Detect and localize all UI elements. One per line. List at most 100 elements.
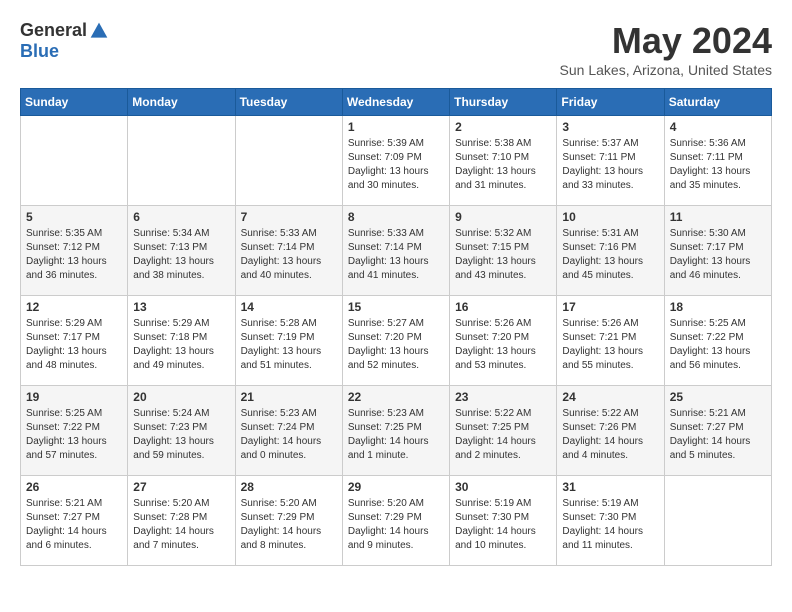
day-info: Sunrise: 5:20 AM Sunset: 7:29 PM Dayligh… [241,497,337,553]
day-number: 14 [241,300,337,314]
day-cell: 10 Sunrise: 5:31 AM Sunset: 7:16 PM Dayli… [557,206,664,296]
day-info: Sunrise: 5:23 AM Sunset: 7:24 PM Dayligh… [241,407,337,463]
day-number: 3 [562,120,658,134]
day-cell: 16 Sunrise: 5:26 AM Sunset: 7:20 PM Dayli… [450,296,557,386]
day-cell: 26Sunrise: 5:21 AM Sunset: 7:27 PM Dayli… [21,476,128,566]
logo-general: General [20,20,87,41]
day-number: 19 [26,390,122,404]
weekday-header-thursday: Thursday [450,89,557,116]
day-number: 7 [241,210,337,224]
day-info: Sunrise: 5:31 AM Sunset: 7:16 PM Dayligh… [562,227,658,283]
day-cell: 31 Sunrise: 5:19 AM Sunset: 7:30 PM Dayli… [557,476,664,566]
day-number: 4 [670,120,766,134]
day-info: Sunrise: 5:25 AM Sunset: 7:22 PM Dayligh… [670,317,766,373]
day-cell [664,476,771,566]
weekday-header-row: SundayMondayTuesdayWednesdayThursdayFrid… [21,89,772,116]
day-number: 11 [670,210,766,224]
day-info: Sunrise: 5:25 AM Sunset: 7:22 PM Dayligh… [26,407,122,463]
day-info: Sunrise: 5:37 AM Sunset: 7:11 PM Dayligh… [562,137,658,193]
week-row-3: 12 Sunrise: 5:29 AM Sunset: 7:17 PM Dayli… [21,296,772,386]
day-number: 10 [562,210,658,224]
day-cell: 25 Sunrise: 5:21 AM Sunset: 7:27 PM Dayli… [664,386,771,476]
day-info: Sunrise: 5:21 AM Sunset: 7:27 PM Dayligh… [670,407,766,463]
day-number: 5 [26,210,122,224]
day-cell: 7 Sunrise: 5:33 AM Sunset: 7:14 PM Daylig… [235,206,342,296]
day-number: 15 [348,300,444,314]
day-cell: 11 Sunrise: 5:30 AM Sunset: 7:17 PM Dayli… [664,206,771,296]
day-cell: 1 Sunrise: 5:39 AM Sunset: 7:09 PM Daylig… [342,116,449,206]
calendar: SundayMondayTuesdayWednesdayThursdayFrid… [20,88,772,566]
day-number: 29 [348,480,444,494]
day-info: Sunrise: 5:28 AM Sunset: 7:19 PM Dayligh… [241,317,337,373]
day-cell [21,116,128,206]
day-info: Sunrise: 5:30 AM Sunset: 7:17 PM Dayligh… [670,227,766,283]
day-cell: 2 Sunrise: 5:38 AM Sunset: 7:10 PM Daylig… [450,116,557,206]
day-info: Sunrise: 5:35 AM Sunset: 7:12 PM Dayligh… [26,227,122,283]
day-number: 23 [455,390,551,404]
day-info: Sunrise: 5:39 AM Sunset: 7:09 PM Dayligh… [348,137,444,193]
weekday-header-sunday: Sunday [21,89,128,116]
weekday-header-wednesday: Wednesday [342,89,449,116]
day-cell: 30 Sunrise: 5:19 AM Sunset: 7:30 PM Dayli… [450,476,557,566]
day-number: 20 [133,390,229,404]
day-info: Sunrise: 5:32 AM Sunset: 7:15 PM Dayligh… [455,227,551,283]
day-cell: 8 Sunrise: 5:33 AM Sunset: 7:14 PM Daylig… [342,206,449,296]
day-number: 18 [670,300,766,314]
day-cell: 5 Sunrise: 5:35 AM Sunset: 7:12 PM Daylig… [21,206,128,296]
week-row-5: 26Sunrise: 5:21 AM Sunset: 7:27 PM Dayli… [21,476,772,566]
day-number: 16 [455,300,551,314]
day-number: 24 [562,390,658,404]
day-cell: 18 Sunrise: 5:25 AM Sunset: 7:22 PM Dayli… [664,296,771,386]
day-cell: 29 Sunrise: 5:20 AM Sunset: 7:29 PM Dayli… [342,476,449,566]
day-info: Sunrise: 5:20 AM Sunset: 7:29 PM Dayligh… [348,497,444,553]
day-number: 8 [348,210,444,224]
day-cell: 9 Sunrise: 5:32 AM Sunset: 7:15 PM Daylig… [450,206,557,296]
day-cell [128,116,235,206]
day-info: Sunrise: 5:20 AM Sunset: 7:28 PM Dayligh… [133,497,229,553]
day-number: 22 [348,390,444,404]
day-number: 17 [562,300,658,314]
day-info: Sunrise: 5:22 AM Sunset: 7:25 PM Dayligh… [455,407,551,463]
weekday-header-monday: Monday [128,89,235,116]
day-cell: 24Sunrise: 5:22 AM Sunset: 7:26 PM Dayli… [557,386,664,476]
day-cell: 19 Sunrise: 5:25 AM Sunset: 7:22 PM Dayli… [21,386,128,476]
day-number: 2 [455,120,551,134]
day-info: Sunrise: 5:19 AM Sunset: 7:30 PM Dayligh… [562,497,658,553]
day-info: Sunrise: 5:38 AM Sunset: 7:10 PM Dayligh… [455,137,551,193]
page-header: General Blue May 2024 Sun Lakes, Arizona… [20,20,772,78]
day-info: Sunrise: 5:34 AM Sunset: 7:13 PM Dayligh… [133,227,229,283]
day-info: Sunrise: 5:33 AM Sunset: 7:14 PM Dayligh… [348,227,444,283]
day-number: 12 [26,300,122,314]
day-cell: 4 Sunrise: 5:36 AM Sunset: 7:11 PM Daylig… [664,116,771,206]
weekday-header-saturday: Saturday [664,89,771,116]
day-number: 27 [133,480,229,494]
logo-icon [89,21,109,41]
day-info: Sunrise: 5:21 AM Sunset: 7:27 PM Dayligh… [26,497,122,553]
week-row-4: 19 Sunrise: 5:25 AM Sunset: 7:22 PM Dayli… [21,386,772,476]
logo-blue: Blue [20,41,59,62]
title-section: May 2024 Sun Lakes, Arizona, United Stat… [560,20,772,78]
day-info: Sunrise: 5:26 AM Sunset: 7:20 PM Dayligh… [455,317,551,373]
day-cell: 23 Sunrise: 5:22 AM Sunset: 7:25 PM Dayli… [450,386,557,476]
day-info: Sunrise: 5:29 AM Sunset: 7:18 PM Dayligh… [133,317,229,373]
day-info: Sunrise: 5:27 AM Sunset: 7:20 PM Dayligh… [348,317,444,373]
month-title: May 2024 [560,20,772,62]
day-cell: 17Sunrise: 5:26 AM Sunset: 7:21 PM Dayli… [557,296,664,386]
day-number: 21 [241,390,337,404]
day-cell: 14 Sunrise: 5:28 AM Sunset: 7:19 PM Dayli… [235,296,342,386]
day-info: Sunrise: 5:23 AM Sunset: 7:25 PM Dayligh… [348,407,444,463]
location: Sun Lakes, Arizona, United States [560,62,772,78]
day-cell: 21 Sunrise: 5:23 AM Sunset: 7:24 PM Dayli… [235,386,342,476]
weekday-header-tuesday: Tuesday [235,89,342,116]
day-number: 30 [455,480,551,494]
day-info: Sunrise: 5:36 AM Sunset: 7:11 PM Dayligh… [670,137,766,193]
day-info: Sunrise: 5:19 AM Sunset: 7:30 PM Dayligh… [455,497,551,553]
day-info: Sunrise: 5:29 AM Sunset: 7:17 PM Dayligh… [26,317,122,373]
day-number: 31 [562,480,658,494]
day-cell: 22 Sunrise: 5:23 AM Sunset: 7:25 PM Dayli… [342,386,449,476]
day-info: Sunrise: 5:33 AM Sunset: 7:14 PM Dayligh… [241,227,337,283]
day-number: 9 [455,210,551,224]
day-number: 1 [348,120,444,134]
day-number: 25 [670,390,766,404]
day-cell [235,116,342,206]
